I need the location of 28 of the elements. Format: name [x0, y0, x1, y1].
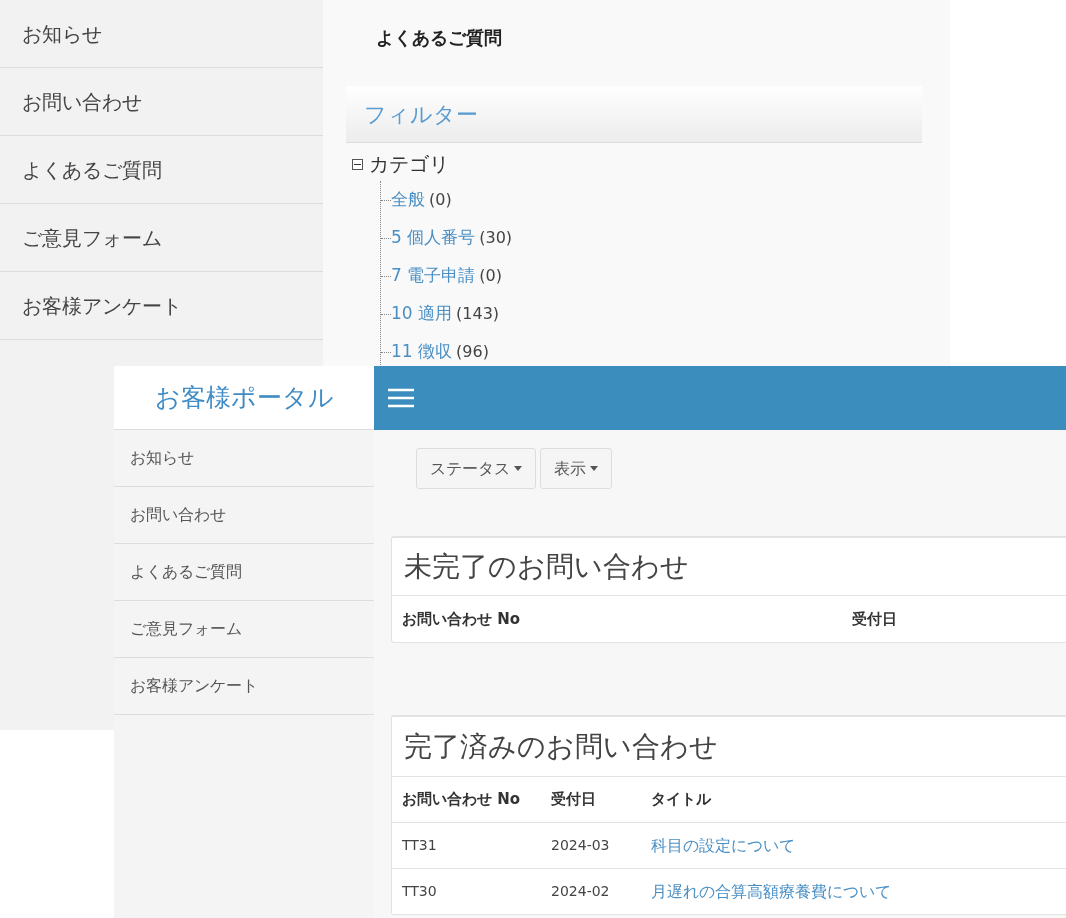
caret-icon	[590, 466, 598, 471]
table-cell-text: TT31	[401, 836, 438, 855]
table-cell-text: TT30	[401, 882, 438, 901]
category-count: (30)	[479, 227, 513, 249]
column-header: 受付日	[551, 789, 597, 811]
table-cell-text: 2024-03	[551, 836, 611, 855]
page-title: よくあるご質問	[375, 26, 503, 50]
dropdown-button[interactable]: ステータス	[416, 448, 536, 489]
panel-title: 未完了のお問い合わせ	[392, 538, 1066, 596]
category-count: (143)	[456, 303, 500, 325]
column-header: 受付日	[852, 608, 897, 630]
menu-icon[interactable]	[388, 388, 414, 408]
brand-title[interactable]: お客様ポータル	[114, 366, 374, 430]
inquiry-title-link[interactable]: 月遅れの合算高額療養費について	[651, 879, 891, 904]
dropdown-button[interactable]: 表示	[540, 448, 612, 489]
tree-node[interactable]: カテゴリ	[369, 149, 449, 179]
filter-panel-header: フィルター	[346, 86, 922, 143]
category-count: (0)	[479, 265, 502, 287]
column-header: お問い合わせ No	[401, 789, 522, 811]
caret-icon	[514, 466, 522, 471]
panel-title: 完了済みのお問い合わせ	[392, 717, 1066, 777]
collapse-toggle-icon[interactable]	[352, 158, 363, 170]
inquiry-title-link[interactable]: 科目の設定について	[651, 833, 795, 858]
category-count: (96)	[456, 341, 489, 363]
column-header: お問い合わせ No	[401, 608, 522, 630]
category-count: (0)	[429, 189, 452, 211]
column-header: タイトル	[651, 789, 711, 811]
table-cell-text: 2024-02	[551, 882, 611, 901]
